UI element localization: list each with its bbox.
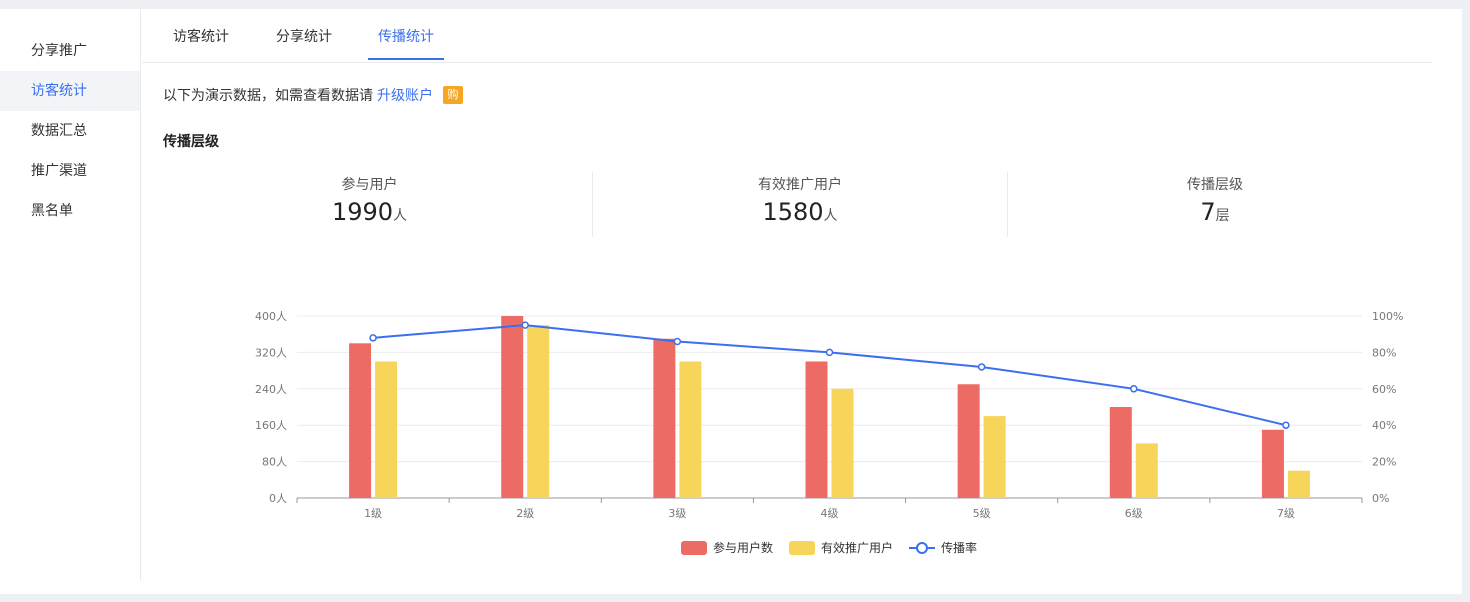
x-tick-label: 1级 <box>364 507 382 520</box>
y-right-tick-label: 0% <box>1372 492 1389 505</box>
legend-swatch[interactable] <box>681 541 707 555</box>
y-left-tick-label: 160人 <box>255 419 287 432</box>
bar-effective-promoters[interactable] <box>831 388 854 498</box>
bar-effective-promoters[interactable] <box>527 325 550 498</box>
y-left-tick-label: 400人 <box>255 310 287 323</box>
point-propagation-rate[interactable] <box>521 321 529 329</box>
legend-label[interactable]: 有效推广用户 <box>821 540 893 555</box>
x-tick-label: 4级 <box>821 507 839 520</box>
bar-effective-promoters[interactable] <box>375 361 398 499</box>
bar-participants[interactable] <box>349 343 372 498</box>
bar-effective-promoters[interactable] <box>983 416 1006 498</box>
y-left-tick-label: 80人 <box>262 456 287 469</box>
x-tick-label: 5级 <box>973 507 991 520</box>
legend-swatch[interactable] <box>789 541 815 555</box>
chart-container: 0人 0% 80人 20% 160人 40% 240人 60% 320人 80% 400人 100% 1… <box>0 0 1470 602</box>
point-propagation-rate[interactable] <box>673 337 682 346</box>
x-tick-label: 3级 <box>668 507 686 520</box>
y-left-tick-label: 320人 <box>255 346 287 359</box>
propagation-chart: 0人 0% 80人 20% 160人 40% 240人 60% 320人 80% 400人 100% 1… <box>255 310 1403 555</box>
y-left-tick-label: 0人 <box>269 492 287 505</box>
x-tick-label: 6级 <box>1125 507 1143 520</box>
point-propagation-rate[interactable] <box>1130 385 1138 393</box>
x-tick-label: 7级 <box>1277 507 1295 520</box>
bar-participants[interactable] <box>1261 429 1284 498</box>
bar-participants[interactable] <box>957 384 980 498</box>
y-right-tick-label: 80% <box>1372 346 1396 359</box>
bar-effective-promoters[interactable] <box>1135 443 1158 498</box>
bar-participants[interactable] <box>501 316 524 498</box>
point-propagation-rate[interactable] <box>977 363 986 371</box>
point-propagation-rate[interactable] <box>1282 421 1290 429</box>
legend-label[interactable]: 传播率 <box>941 540 977 555</box>
bar-participants[interactable] <box>653 338 676 498</box>
bar-effective-promoters[interactable] <box>1287 470 1310 498</box>
legend-label[interactable]: 参与用户数 <box>713 540 773 555</box>
y-right-tick-label: 20% <box>1372 456 1396 469</box>
y-right-tick-label: 100% <box>1372 310 1403 323</box>
x-tick-label: 2级 <box>516 507 534 520</box>
bar-effective-promoters[interactable] <box>679 361 702 499</box>
y-right-tick-label: 60% <box>1372 383 1396 396</box>
bar-participants[interactable] <box>805 361 828 499</box>
y-left-tick-label: 240人 <box>255 383 287 396</box>
point-propagation-rate[interactable] <box>369 334 377 342</box>
y-right-tick-label: 40% <box>1372 419 1396 432</box>
legend-swatch-marker <box>916 542 928 554</box>
bar-participants[interactable] <box>1109 407 1132 498</box>
point-propagation-rate[interactable] <box>825 348 834 357</box>
